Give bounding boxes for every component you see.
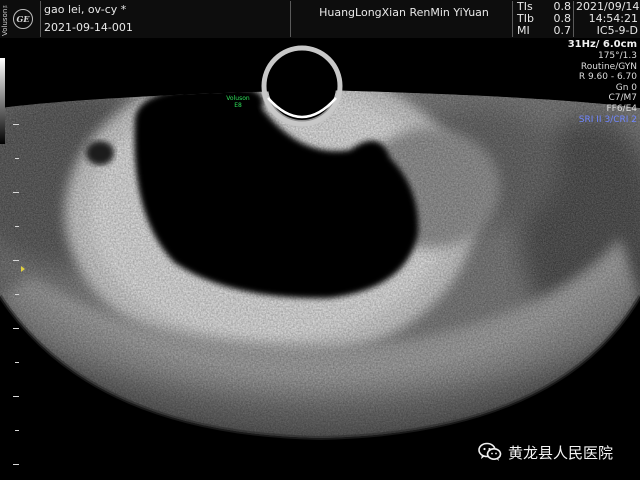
- brand-strip: Voluson™ E8 GE: [0, 0, 40, 38]
- brand-vertical-label: Voluson™ E8: [1, 0, 9, 36]
- probe-ring: [261, 45, 343, 127]
- curves: C7/M7: [608, 93, 637, 104]
- parameter-panel: 31Hz/ 6.0cm 175°/1.3 Routine/GYN R 9.60 …: [568, 39, 637, 125]
- header-divider: [512, 1, 513, 37]
- depth-tick: [13, 328, 19, 329]
- header-divider: [573, 1, 574, 37]
- watermark-text: 黄龙县人民医院: [508, 443, 614, 462]
- header-divider: [40, 1, 41, 37]
- ultrasound-image: [0, 38, 640, 441]
- range: R 9.60 - 6.70: [578, 72, 637, 83]
- preset: Routine/GYN: [580, 61, 637, 72]
- frame-rate-depth: 31Hz/ 6.0cm: [567, 39, 637, 50]
- ultrasound-screen: Voluson™ E8 GE gao lei, ov-cy * 2021-09-…: [0, 0, 640, 480]
- depth-tick: [13, 124, 19, 125]
- datetime-block: 2021/09/14 14:54:21 IC5-9-D: [576, 1, 639, 37]
- depth-scale: [0, 38, 20, 480]
- probe-orientation-mark: Voluson E8: [218, 95, 258, 109]
- depth-tick: [15, 158, 19, 159]
- sector-angle: 175°/1.3: [597, 51, 637, 61]
- filters: FF6/E4: [606, 103, 637, 114]
- depth-tick: [13, 192, 19, 193]
- patient-name: gao lei, ov-cy *: [44, 3, 127, 16]
- header-divider: [290, 1, 291, 37]
- depth-tick: [15, 362, 19, 363]
- ultrasound-image-area: Voluson E8: [0, 38, 640, 480]
- probe-name: IC5-9-D: [596, 24, 638, 37]
- index-value: 0.7: [553, 24, 572, 37]
- header-bar: Voluson™ E8 GE gao lei, ov-cy * 2021-09-…: [0, 0, 640, 38]
- depth-tick: [15, 294, 19, 295]
- ge-logo-icon: GE: [13, 9, 33, 29]
- sri-cri: SRI II 3/CRI 2: [578, 114, 637, 125]
- probe-mark-line2: E8: [234, 102, 242, 109]
- depth-tick: [13, 464, 19, 465]
- depth-tick: [15, 430, 19, 431]
- safety-indices: TIs 0.8 TIb 0.8 MI 0.7: [517, 1, 571, 37]
- depth-tick: [13, 396, 19, 397]
- watermark: 黄龙县人民医院: [478, 440, 613, 464]
- index-label: MI: [517, 24, 530, 37]
- hospital-name: HuangLongXian RenMin YiYuan: [319, 6, 489, 19]
- focus-marker-icon: [21, 266, 25, 272]
- wechat-icon: [478, 442, 502, 461]
- depth-tick: [15, 226, 19, 227]
- gain: Gn 0: [615, 82, 637, 93]
- depth-tick: [13, 260, 19, 261]
- exam-id: 2021-09-14-001: [44, 21, 133, 34]
- probe-mark-line1: Voluson: [226, 95, 250, 102]
- index-row-mi: MI 0.7: [517, 25, 571, 37]
